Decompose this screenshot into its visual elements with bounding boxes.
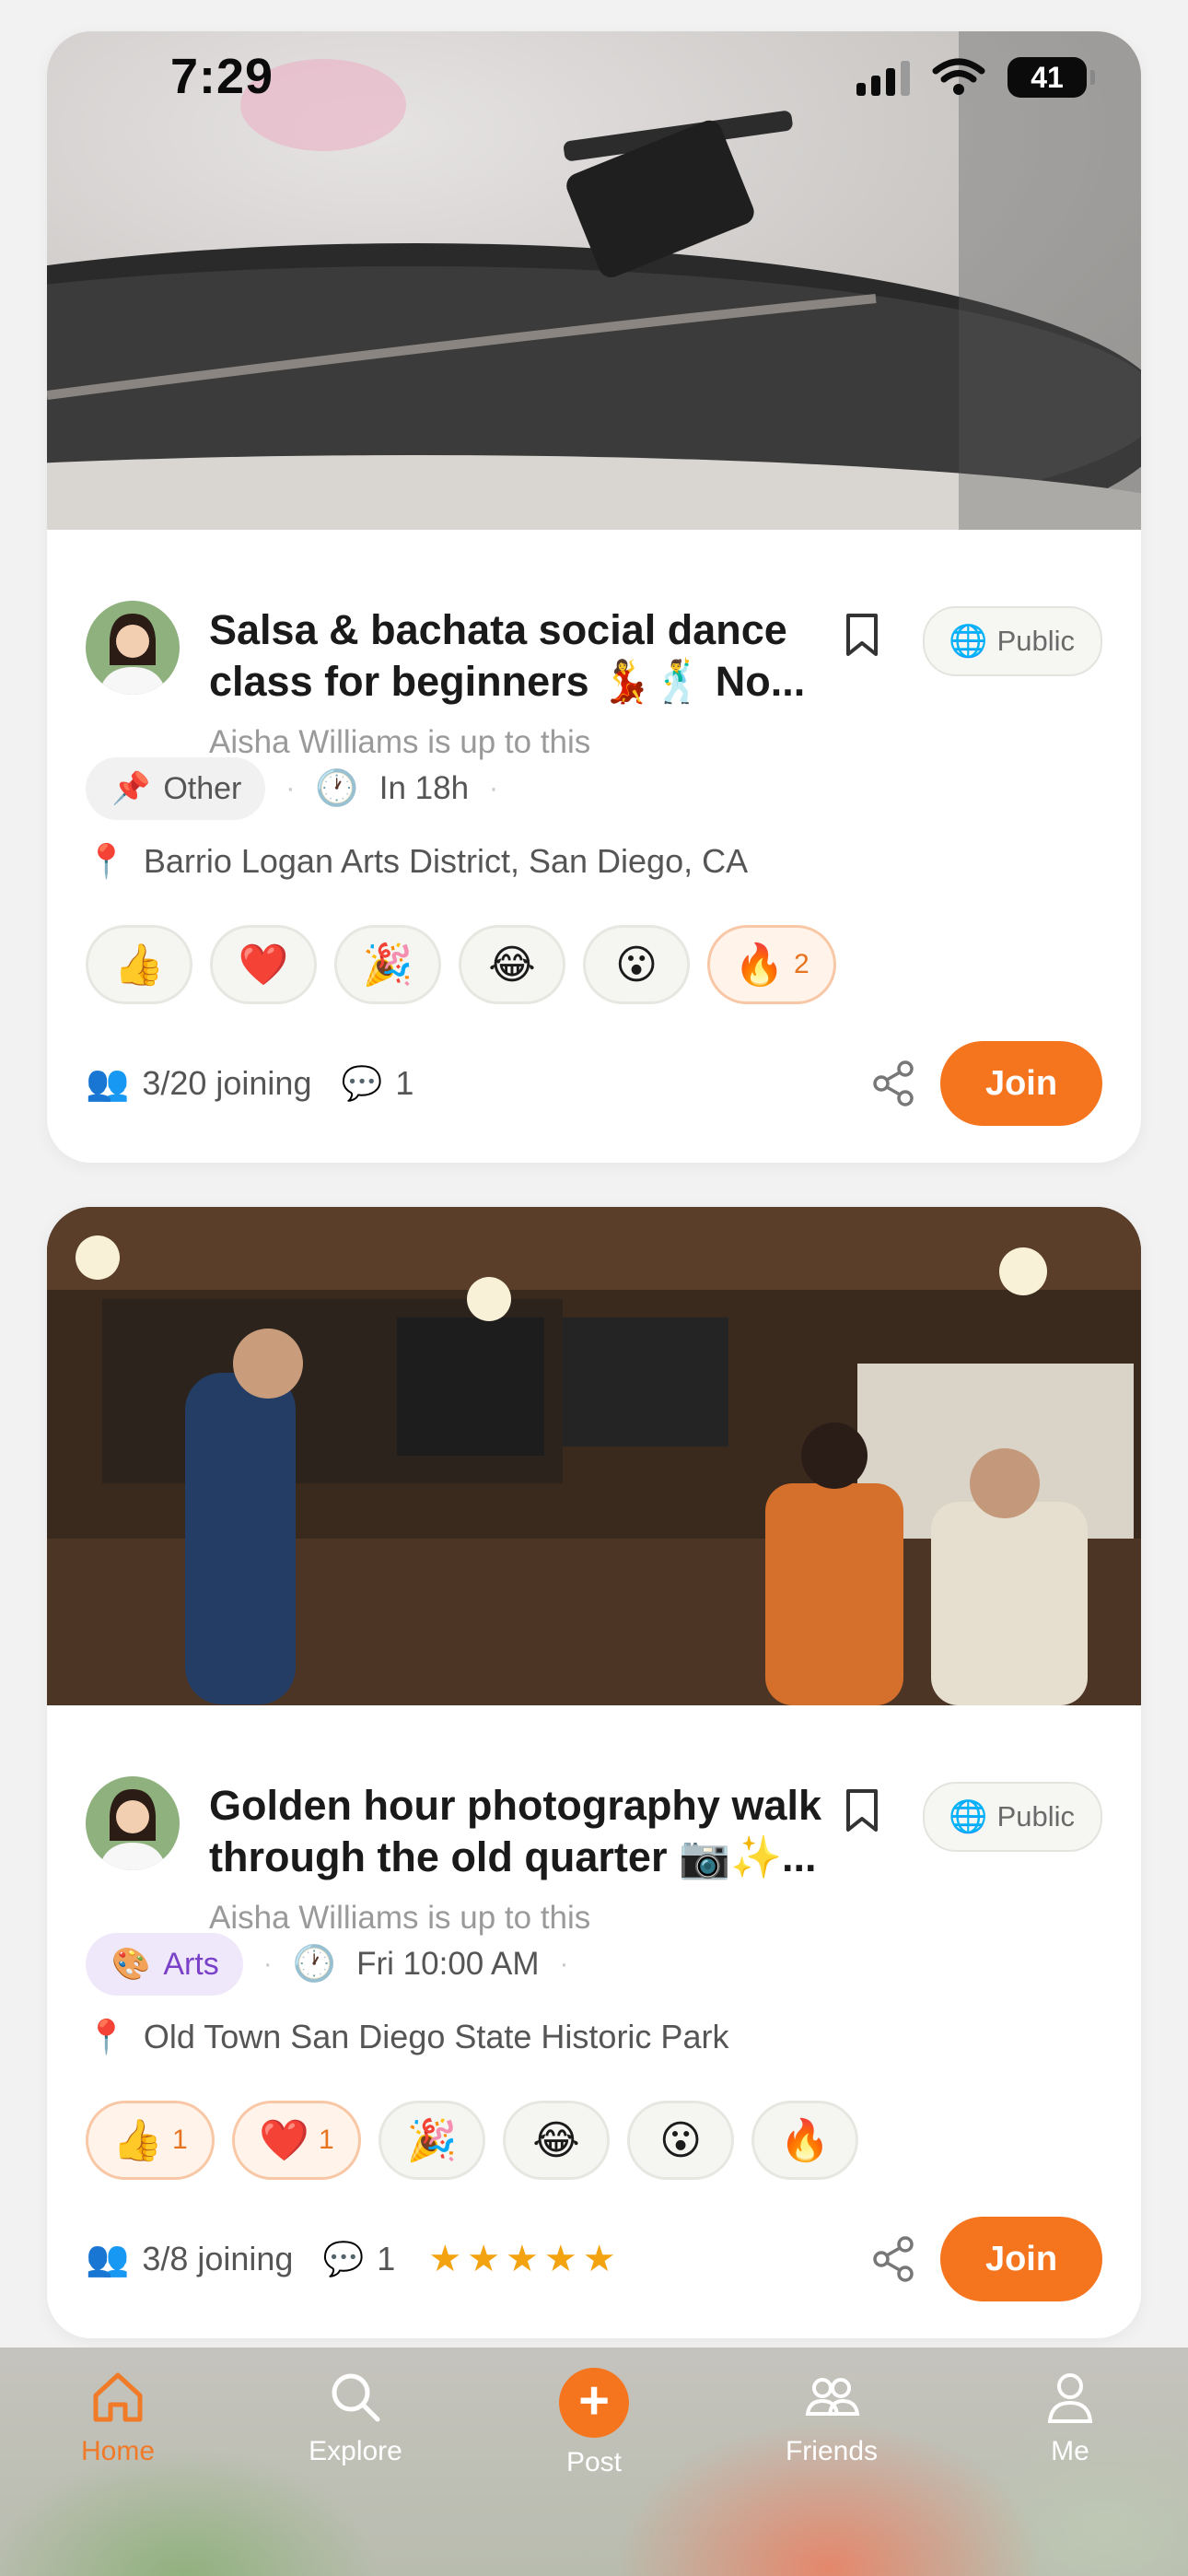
tab-label: Home: [80, 2436, 156, 2466]
person-icon: [1047, 2373, 1093, 2423]
clock-icon: 🕐: [315, 769, 359, 808]
status-bar: 7:29 41: [0, 0, 1188, 157]
comment-count: 1: [377, 2240, 396, 2277]
reaction-party[interactable]: 🎉: [379, 2101, 485, 2180]
category-label: Other: [163, 770, 242, 806]
tab-home[interactable]: Home: [17, 2368, 219, 2467]
host-line: Aisha Williams is up to this: [209, 724, 591, 760]
visibility-label: Public: [996, 1800, 1075, 1832]
share-icon[interactable]: [870, 2235, 918, 2283]
separator-dot: ·: [489, 773, 499, 803]
reaction-wow[interactable]: 😮: [627, 2101, 734, 2180]
rating-stars: ★★★★★: [428, 2239, 622, 2279]
activity-card[interactable]: Golden hour photography walk through the…: [47, 1207, 1141, 2338]
tab-label: Post: [565, 2447, 623, 2477]
meta-row: 🎨 Arts · 🕐 Fri 10:00 AM ·: [86, 1933, 569, 1996]
comment-icon[interactable]: 💬: [322, 2240, 364, 2278]
people-icon: 👥: [86, 2240, 130, 2278]
host-line: Aisha Williams is up to this: [209, 1900, 591, 1936]
share-icon[interactable]: [870, 1060, 918, 1107]
reaction-thumbs-up[interactable]: 👍: [86, 925, 192, 1004]
globe-icon: 🌐: [949, 1799, 988, 1834]
avatar[interactable]: [86, 601, 180, 695]
joining-count: 3/8 joining: [142, 2240, 294, 2277]
search-icon: [332, 2373, 380, 2422]
battery-icon: 41: [1007, 57, 1095, 98]
reaction-thumbs-up[interactable]: 👍 1: [86, 2101, 215, 2180]
reaction-laugh[interactable]: 😂: [503, 2101, 610, 2180]
card-footer: 👥 3/8 joining 💬 1 ★★★★★ Join: [86, 2217, 1102, 2301]
post-header: Salsa & bachata social dance class for b…: [86, 568, 1102, 760]
cellular-signal-icon: [856, 59, 910, 96]
reaction-count: 1: [319, 2125, 334, 2155]
tab-label: Explore: [309, 2436, 402, 2466]
comment-icon[interactable]: 💬: [341, 1064, 382, 1103]
separator-dot: ·: [285, 773, 296, 803]
plus-icon: +: [559, 2368, 629, 2438]
reaction-wow[interactable]: 😮: [583, 925, 690, 1004]
visibility-label: Public: [996, 625, 1075, 657]
post-header: Golden hour photography walk through the…: [86, 1743, 1102, 1936]
people-icon: 👥: [86, 1064, 130, 1103]
reaction-heart[interactable]: ❤️ 1: [232, 2101, 361, 2180]
friends-icon: [805, 2378, 860, 2416]
bookmark-icon[interactable]: [841, 1787, 883, 1833]
location-text: Barrio Logan Arts District, San Diego, C…: [143, 842, 749, 880]
pushpin-icon: 📌: [111, 771, 151, 806]
join-button[interactable]: Join: [940, 1041, 1102, 1126]
location-row[interactable]: 📍 Old Town San Diego State Historic Park: [86, 2018, 728, 2056]
palette-icon: 🎨: [111, 1947, 151, 1982]
meta-row: 📌 Other · 🕐 In 18h ·: [86, 757, 498, 820]
separator-dot: ·: [262, 1949, 273, 1979]
category-chip[interactable]: 📌 Other: [86, 757, 266, 820]
clock-icon: 🕐: [292, 1945, 337, 1984]
tab-explore[interactable]: Explore: [254, 2368, 457, 2467]
status-time: 7:29: [170, 49, 274, 104]
globe-icon: 🌐: [949, 624, 988, 659]
reaction-laugh[interactable]: 😂: [459, 925, 565, 1004]
bookmark-icon[interactable]: [841, 612, 883, 658]
reaction-heart[interactable]: ❤️: [210, 925, 317, 1004]
post-title[interactable]: Golden hour photography walk through the…: [209, 1780, 844, 1883]
joining-count: 3/20 joining: [142, 1064, 312, 1102]
post-title[interactable]: Salsa & bachata social dance class for b…: [209, 604, 844, 708]
visibility-chip[interactable]: 🌐 Public: [923, 606, 1102, 676]
tab-post[interactable]: + Post: [493, 2368, 695, 2478]
home-icon: [93, 2372, 143, 2422]
comment-count: 1: [395, 1064, 414, 1102]
tab-me[interactable]: Me: [969, 2368, 1171, 2467]
status-icons: 41: [856, 57, 1095, 98]
location-pin-icon: 📍: [86, 842, 127, 880]
category-label: Arts: [163, 1946, 219, 1982]
avatar[interactable]: [86, 1776, 180, 1870]
tab-label: Friends: [785, 2436, 879, 2466]
tab-label: Me: [1051, 2436, 1089, 2466]
join-button[interactable]: Join: [940, 2217, 1102, 2301]
activity-photo: [47, 1207, 1141, 1705]
tab-bar: Home Explore + Post Friends Me: [0, 2348, 1188, 2576]
card-footer: 👥 3/20 joining 💬 1 Join: [86, 1041, 1102, 1126]
tab-friends[interactable]: Friends: [730, 2368, 933, 2467]
wifi-icon: [932, 58, 985, 95]
visibility-chip[interactable]: 🌐 Public: [923, 1782, 1102, 1852]
reaction-count: 2: [794, 949, 809, 979]
location-text: Old Town San Diego State Historic Park: [143, 2018, 729, 2055]
event-time: In 18h: [379, 770, 470, 806]
location-row[interactable]: 📍 Barrio Logan Arts District, San Diego,…: [86, 842, 748, 881]
reaction-fire[interactable]: 🔥: [751, 2101, 858, 2180]
reaction-count: 1: [172, 2125, 188, 2155]
reaction-bar: 👍 ❤️ 🎉 😂 😮 🔥 2: [86, 925, 836, 1004]
reaction-fire[interactable]: 🔥 2: [707, 925, 836, 1004]
event-time: Fri 10:00 AM: [356, 1946, 540, 1982]
location-pin-icon: 📍: [86, 2018, 127, 2055]
activity-card[interactable]: Salsa & bachata social dance class for b…: [47, 31, 1141, 1163]
category-chip[interactable]: 🎨 Arts: [86, 1933, 243, 1996]
reaction-party[interactable]: 🎉: [334, 925, 441, 1004]
reaction-bar: 👍 1 ❤️ 1 🎉 😂 😮 🔥: [86, 2101, 858, 2180]
separator-dot: ·: [559, 1949, 569, 1979]
